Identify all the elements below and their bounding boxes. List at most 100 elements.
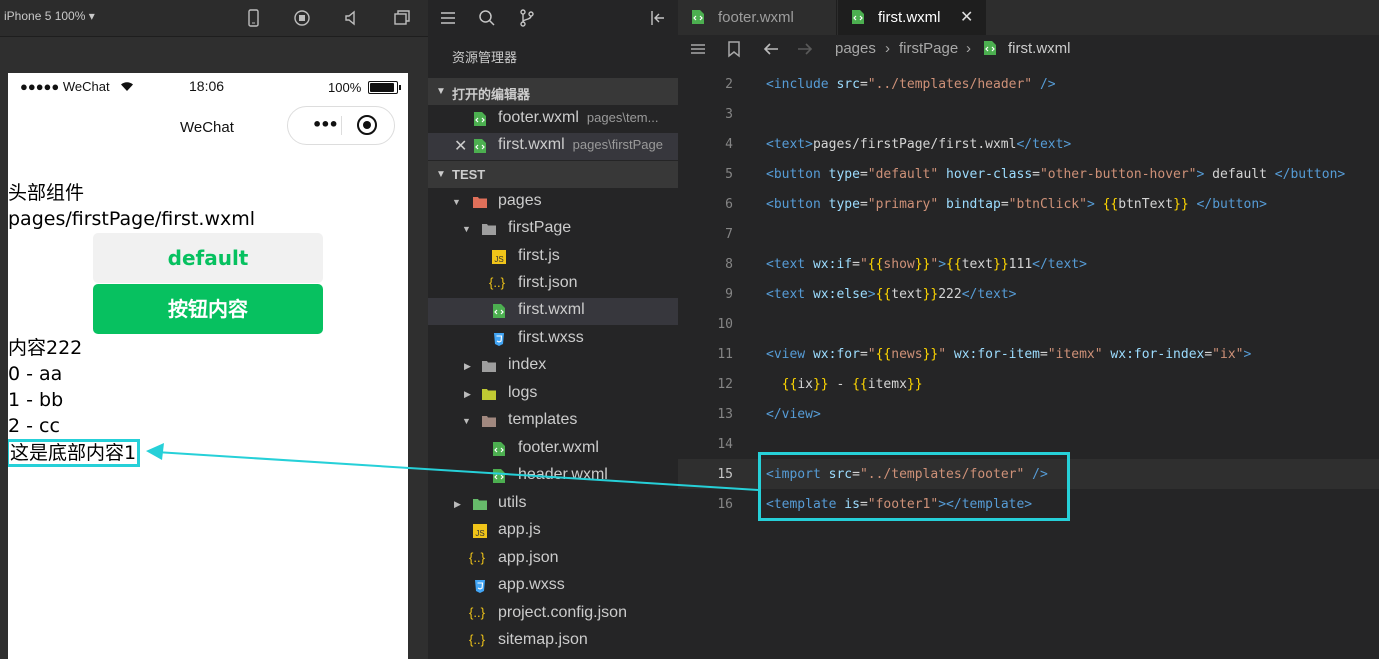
phone-icon[interactable] bbox=[243, 8, 263, 28]
code-line: 12 {{ix}} - {{itemx}} bbox=[717, 377, 923, 392]
tree-file-header-wxml[interactable]: header.wxml bbox=[428, 463, 678, 490]
tree-folder-logs[interactable]: ▶ logs bbox=[428, 381, 678, 408]
carrier-label: ●●●●● WeChat bbox=[20, 79, 110, 94]
status-time: 18:06 bbox=[189, 78, 225, 94]
code-line: 7 bbox=[725, 227, 733, 242]
tree-file-first-wxml[interactable]: first.wxml bbox=[428, 298, 678, 325]
chevron-right-icon: ▶ bbox=[464, 361, 471, 371]
chevron-down-icon: ▼ bbox=[462, 224, 471, 234]
device-selector[interactable]: iPhone 5 100% ▾ bbox=[4, 9, 95, 23]
multi-window-icon[interactable] bbox=[392, 8, 412, 28]
chevron-down-icon: ▼ bbox=[462, 416, 471, 426]
tree-label: header.wxml bbox=[518, 466, 608, 483]
code-line: 11 <view wx:for="{{news}}" wx:for-item="i… bbox=[717, 347, 1252, 362]
breadcrumb-file[interactable]: first.wxml bbox=[1008, 40, 1071, 57]
battery-percent: 100% bbox=[328, 80, 362, 95]
folder-icon bbox=[481, 386, 497, 402]
tree-label: footer.wxml bbox=[518, 439, 599, 456]
tree-label: logs bbox=[508, 384, 538, 401]
simulator-toolbar: iPhone 5 100% ▾ bbox=[0, 0, 428, 37]
breadcrumb-folder[interactable]: firstPage bbox=[899, 40, 958, 57]
path-text: pages/firstPage/first.wxml bbox=[8, 208, 256, 230]
header-component-text: 头部组件 bbox=[8, 182, 85, 204]
capsule-menu[interactable]: ••• bbox=[287, 106, 395, 145]
wxss-file-icon bbox=[472, 578, 488, 594]
primary-button[interactable]: 按钮内容 bbox=[93, 284, 323, 334]
close-miniprogram-icon[interactable] bbox=[357, 115, 377, 135]
highlight-box bbox=[758, 452, 1070, 521]
bookmark-icon[interactable] bbox=[724, 39, 744, 59]
breadcrumb-separator: › bbox=[966, 40, 971, 57]
tree-label: first.wxml bbox=[518, 301, 585, 318]
tab-first-wxml[interactable]: first.wxml ✕ bbox=[838, 0, 986, 35]
tree-file-footer-wxml[interactable]: footer.wxml bbox=[428, 436, 678, 463]
record-icon[interactable] bbox=[292, 8, 312, 28]
tree-file-project-config[interactable]: {..} project.config.json bbox=[428, 601, 678, 628]
wxml-file-icon bbox=[491, 441, 507, 457]
volume-icon[interactable] bbox=[342, 8, 362, 28]
back-arrow-icon[interactable] bbox=[761, 39, 781, 59]
open-editor-path: pages\tem... bbox=[586, 110, 659, 125]
tree-label: first.wxss bbox=[518, 329, 584, 346]
list-icon[interactable] bbox=[688, 39, 708, 59]
wxml-file-icon bbox=[850, 9, 866, 25]
default-button[interactable]: default bbox=[93, 233, 323, 283]
wxml-file-icon bbox=[982, 40, 998, 56]
tree-folder-firstpage[interactable]: ▼ firstPage bbox=[428, 216, 678, 243]
tab-footer-wxml[interactable]: footer.wxml bbox=[678, 0, 837, 35]
tree-label: app.js bbox=[498, 521, 541, 538]
js-file-icon: JS bbox=[472, 523, 488, 539]
more-icon[interactable]: ••• bbox=[312, 115, 339, 134]
chevron-down-icon: ▼ bbox=[452, 197, 461, 207]
code-line: 5 <button type="default" hover-class="oth… bbox=[725, 167, 1346, 182]
wxss-file-icon bbox=[491, 331, 507, 347]
tree-file-sitemap[interactable]: {..} sitemap.json bbox=[428, 628, 678, 655]
code-line: 6 <button type="primary" bindtap="btnClic… bbox=[725, 197, 1267, 212]
wxml-file-icon bbox=[491, 468, 507, 484]
list-item: 0 - aa bbox=[8, 363, 63, 385]
list-icon[interactable] bbox=[438, 8, 458, 28]
capsule-divider bbox=[341, 116, 342, 135]
git-branch-icon[interactable] bbox=[517, 8, 537, 28]
breadcrumb-pages[interactable]: pages bbox=[835, 40, 876, 57]
svg-text:JS: JS bbox=[494, 255, 503, 264]
forward-arrow-icon[interactable] bbox=[795, 39, 815, 59]
search-icon[interactable] bbox=[477, 8, 497, 28]
tree-label: pages bbox=[498, 192, 542, 209]
tree-folder-pages[interactable]: ▼ pages bbox=[428, 189, 678, 216]
explorer-panel: 资源管理器 ▼ 打开的编辑器 footer.wxml pages\tem... ✕ … bbox=[428, 0, 678, 659]
tab-label: first.wxml bbox=[878, 9, 941, 26]
tree-folder-index[interactable]: ▶ index bbox=[428, 353, 678, 380]
code-line: 8 <text wx:if="{{show}}">{{text}}111</tex… bbox=[725, 257, 1087, 272]
tree-file-app-json[interactable]: {..} app.json bbox=[428, 546, 678, 573]
collapse-panel-icon[interactable] bbox=[648, 8, 668, 28]
json-file-icon: {..} bbox=[469, 550, 485, 565]
close-icon[interactable]: ✕ bbox=[960, 7, 973, 27]
project-header[interactable]: ▼ TEST bbox=[428, 161, 678, 188]
open-editors-header[interactable]: ▼ 打开的编辑器 bbox=[428, 78, 678, 105]
tree-file-first-js[interactable]: JS first.js bbox=[428, 244, 678, 271]
close-icon[interactable]: ✕ bbox=[454, 136, 467, 156]
tree-label: firstPage bbox=[508, 219, 572, 236]
tree-file-app-js[interactable]: JS app.js bbox=[428, 518, 678, 545]
js-file-icon: JS bbox=[491, 249, 507, 265]
breadcrumb: pages › firstPage › first.wxml bbox=[678, 35, 1379, 62]
tree-folder-utils[interactable]: ▶ utils bbox=[428, 491, 678, 518]
tree-folder-templates[interactable]: ▼ templates bbox=[428, 408, 678, 435]
tree-file-app-wxss[interactable]: app.wxss bbox=[428, 573, 678, 600]
code-area[interactable]: 2 <include src="../templates/header" /> 3… bbox=[678, 62, 1379, 659]
tab-label: footer.wxml bbox=[718, 9, 794, 26]
open-editor-footer[interactable]: footer.wxml pages\tem... bbox=[428, 106, 678, 133]
tree-file-first-json[interactable]: {..} first.json bbox=[428, 271, 678, 298]
open-editor-name: first.wxml bbox=[498, 136, 565, 153]
code-line: 9 <text wx:else>{{text}}222</text> bbox=[725, 287, 1017, 302]
explorer-toolbar bbox=[428, 0, 678, 36]
wifi-icon bbox=[120, 80, 134, 95]
open-editor-first[interactable]: ✕ first.wxml pages\firstPage bbox=[428, 133, 678, 160]
tree-label: app.wxss bbox=[498, 576, 565, 593]
status-bar: ●●●●● WeChat 18:06 100% bbox=[8, 73, 408, 101]
tree-file-first-wxss[interactable]: first.wxss bbox=[428, 326, 678, 353]
folder-open-icon bbox=[481, 221, 497, 237]
phone-screen: ●●●●● WeChat 18:06 100% WeChat ••• 头部组件 … bbox=[8, 73, 408, 659]
simulator-panel: iPhone 5 100% ▾ ●●●●● WeChat 18:06 100% … bbox=[0, 0, 428, 659]
